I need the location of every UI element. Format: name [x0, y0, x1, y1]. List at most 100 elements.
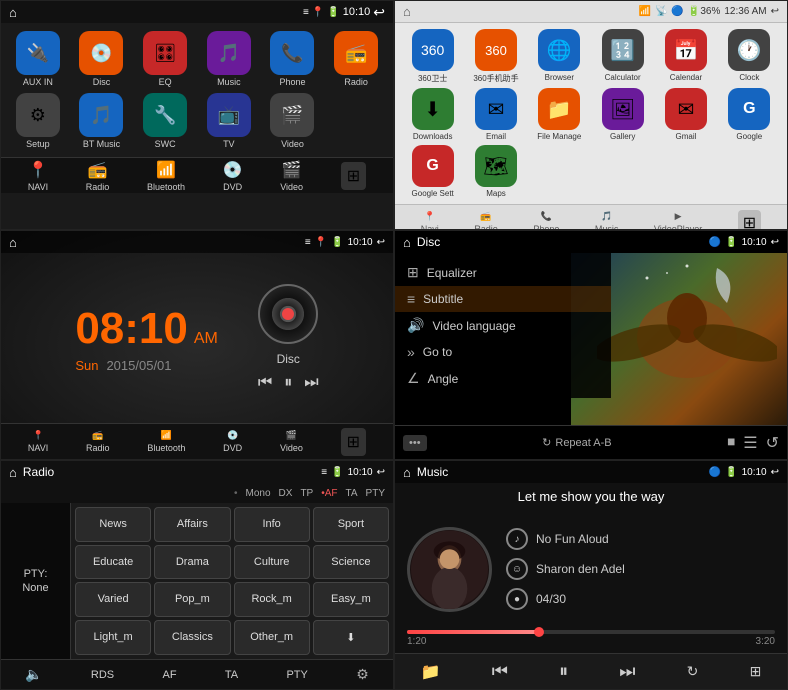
- home-p3[interactable]: ⌂: [9, 235, 17, 250]
- nav-bt-p3[interactable]: 📶 Bluetooth: [147, 430, 185, 453]
- back-p6[interactable]: ↩: [771, 467, 779, 478]
- ta-btn[interactable]: TA: [225, 669, 238, 681]
- app-tv[interactable]: 📺 TV: [200, 93, 258, 149]
- home-icon-p2[interactable]: ⌂: [403, 4, 411, 19]
- app-eq[interactable]: 🎛 EQ: [136, 31, 194, 87]
- nav-navi[interactable]: 📍 NAVI: [28, 160, 48, 192]
- btn-easym[interactable]: Easy_m: [313, 582, 389, 617]
- app-radio[interactable]: 📻 Radio: [327, 31, 385, 87]
- btn-drama[interactable]: Drama: [154, 545, 230, 580]
- home-p4[interactable]: ⌂: [403, 235, 411, 250]
- pause-music-btn[interactable]: ⏸: [559, 661, 568, 682]
- app-calculator[interactable]: 🔢 Calculator: [593, 29, 652, 84]
- more-btn[interactable]: •••: [403, 435, 427, 451]
- progress-section: 1:20 3:20: [395, 630, 787, 653]
- btn-news[interactable]: News: [75, 507, 151, 542]
- nav-radio-p3[interactable]: 📻 Radio: [86, 430, 110, 453]
- menu-goto[interactable]: » Go to: [395, 339, 611, 365]
- app-music[interactable]: 🎵 Music: [200, 31, 258, 87]
- btn-varied[interactable]: Varied: [75, 582, 151, 617]
- grid-button[interactable]: ⊞: [341, 162, 366, 190]
- pty-btn[interactable]: PTY: [286, 669, 307, 681]
- prev-music-btn[interactable]: ⏮: [492, 661, 508, 682]
- home-p5[interactable]: ⌂: [9, 465, 17, 480]
- btn-affairs[interactable]: Affairs: [154, 507, 230, 542]
- app-filemanager[interactable]: 📁 File Manage: [530, 88, 589, 141]
- af-btn[interactable]: AF: [162, 669, 176, 681]
- folder-btn[interactable]: 📁: [421, 662, 441, 682]
- nav-music-p2[interactable]: 🎵Music: [595, 211, 619, 230]
- app-clock[interactable]: 🕐 Clock: [720, 29, 779, 84]
- btn-classics[interactable]: Classics: [154, 620, 230, 656]
- grid-btn-p2[interactable]: ⊞: [738, 210, 761, 231]
- app-360-weishi[interactable]: 360 360卫士: [403, 29, 462, 84]
- app-btmusic[interactable]: 🎵 BT Music: [73, 93, 131, 149]
- menu-equalizer[interactable]: ⊞ Equalizer: [395, 259, 611, 286]
- menu-video-lang[interactable]: 🔊 Video language: [395, 312, 611, 339]
- app-google-settings[interactable]: G Google Sett: [403, 145, 462, 198]
- back-p2[interactable]: ↩: [771, 6, 779, 17]
- menu-btn[interactable]: ☰: [743, 433, 757, 453]
- app-phone[interactable]: 📞 Phone: [264, 31, 322, 87]
- nav-radio-p2[interactable]: 📻Radio: [474, 211, 498, 230]
- btn-down[interactable]: ⬇: [313, 620, 389, 656]
- app-downloads[interactable]: ⬇ Downloads: [403, 88, 462, 141]
- btn-otherm[interactable]: Other_m: [234, 620, 310, 656]
- home-icon[interactable]: ⌂: [9, 5, 17, 20]
- app-browser[interactable]: 🌐 Browser: [530, 29, 589, 84]
- app-gmail[interactable]: ✉ Gmail: [656, 88, 715, 141]
- btn-science[interactable]: Science: [313, 545, 389, 580]
- app-disc[interactable]: 💿 Disc: [73, 31, 131, 87]
- nav-dvd[interactable]: 💿 DVD: [223, 160, 243, 192]
- progress-bar[interactable]: [407, 630, 775, 634]
- back-p3[interactable]: ↩: [377, 237, 385, 248]
- nav-bluetooth[interactable]: 📶 Bluetooth: [147, 160, 185, 192]
- next-music-btn[interactable]: ⏭: [619, 661, 635, 682]
- pause-button[interactable]: ⏸: [284, 374, 292, 392]
- nav-video[interactable]: 🎬 Video: [280, 160, 303, 192]
- btn-educate[interactable]: Educate: [75, 545, 151, 580]
- playlist-btn[interactable]: ⊞: [750, 663, 762, 680]
- back-p4[interactable]: ↩: [771, 237, 779, 248]
- btn-sport[interactable]: Sport: [313, 507, 389, 542]
- app-calendar[interactable]: 📅 Calendar: [656, 29, 715, 84]
- app-google[interactable]: G Google: [720, 88, 779, 141]
- app-maps[interactable]: 🗺 Maps: [466, 145, 525, 198]
- btn-popm[interactable]: Pop_m: [154, 582, 230, 617]
- rds-btn[interactable]: RDS: [91, 669, 114, 681]
- app-swc[interactable]: 🔧 SWC: [136, 93, 194, 149]
- back-icon[interactable]: ↩: [373, 4, 385, 21]
- nav-radio[interactable]: 📻 Radio: [86, 160, 110, 192]
- vol-down-icon[interactable]: 🔈: [25, 666, 42, 683]
- app-aux-in[interactable]: 🔌 AUX IN: [9, 31, 67, 87]
- disc-circle[interactable]: [258, 284, 318, 344]
- radio-main: PTY: None News Affairs Info Sport Educat…: [1, 503, 393, 659]
- app-video[interactable]: 🎬 Video: [264, 93, 322, 149]
- repeat-music-btn[interactable]: ↻: [687, 663, 699, 680]
- btn-rockm[interactable]: Rock_m: [234, 582, 310, 617]
- nav-dvd-p3[interactable]: 💿 DVD: [223, 430, 242, 453]
- btn-lightm[interactable]: Light_m: [75, 620, 151, 656]
- status-left-p5: ⌂ Radio: [9, 465, 54, 480]
- grid-btn-p3[interactable]: ⊞: [341, 428, 366, 456]
- prev-button[interactable]: ⏮: [258, 374, 272, 392]
- nav-video-p3[interactable]: 🎬 Video: [280, 430, 303, 453]
- next-button[interactable]: ⏭: [304, 374, 318, 392]
- menu-angle[interactable]: ∠ Angle: [395, 365, 611, 392]
- btn-culture[interactable]: Culture: [234, 545, 310, 580]
- btn-info[interactable]: Info: [234, 507, 310, 542]
- app-setup[interactable]: ⚙ Setup: [9, 93, 67, 149]
- app-360-assistant[interactable]: 360 360手机助手: [466, 29, 525, 84]
- back-p5[interactable]: ↩: [377, 467, 385, 478]
- app-email[interactable]: ✉ Email: [466, 88, 525, 141]
- nav-navi-p2[interactable]: 📍Navi: [421, 211, 439, 230]
- app-gallery[interactable]: 🖼 Gallery: [593, 88, 652, 141]
- repeat-btn[interactable]: ↺: [766, 433, 779, 453]
- nav-phone-p2[interactable]: 📞Phone: [533, 211, 559, 230]
- home-p6[interactable]: ⌂: [403, 465, 411, 480]
- settings-radio-icon[interactable]: ⚙: [356, 666, 369, 683]
- menu-subtitle[interactable]: ≡ Subtitle: [395, 286, 611, 312]
- stop-btn[interactable]: ⏹: [727, 434, 735, 452]
- nav-video-p2[interactable]: ▶VideoPlayer: [654, 211, 702, 230]
- nav-navi-p3[interactable]: 📍 NAVI: [28, 430, 48, 453]
